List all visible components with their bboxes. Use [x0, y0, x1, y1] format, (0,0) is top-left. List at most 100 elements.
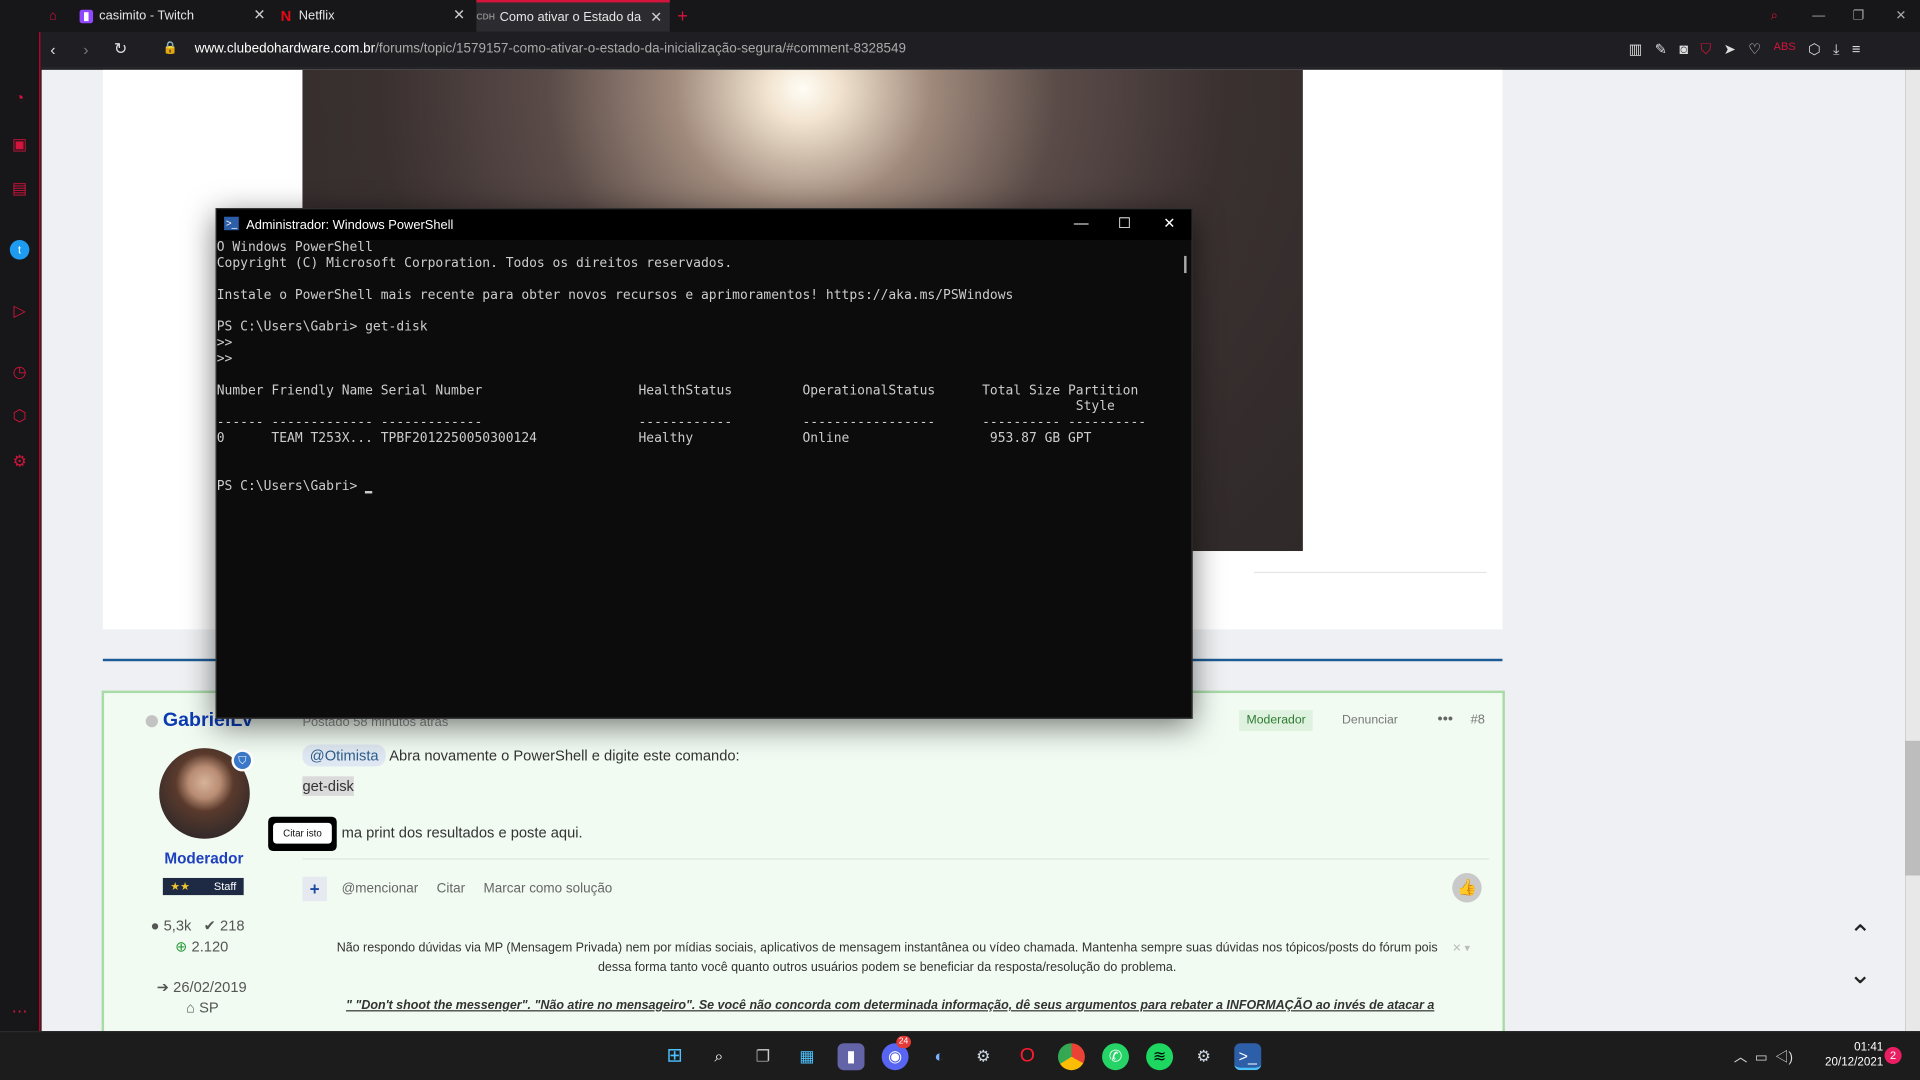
close-icon[interactable]: ✕ — [251, 6, 268, 23]
scroll-down-icon[interactable]: ⌃ — [1849, 956, 1872, 989]
reload-icon[interactable]: ↻ — [114, 39, 127, 59]
back-icon[interactable]: ‹ — [50, 40, 55, 58]
tab-netflix[interactable]: N Netflix ✕ — [279, 0, 472, 32]
mark-solution-button[interactable]: Marcar como solução — [484, 882, 613, 897]
minimize-icon[interactable]: — — [1812, 0, 1825, 32]
task-view-icon[interactable]: ❐ — [749, 1043, 776, 1070]
extension-cube-icon[interactable]: ⬡ — [1808, 40, 1821, 58]
lock-icon[interactable]: 🔒 — [163, 42, 178, 55]
scroll-up-icon[interactable]: ⌃ — [1849, 920, 1872, 952]
report-button[interactable]: Denunciar — [1335, 710, 1406, 731]
chevron-up-icon[interactable]: ︿ — [1734, 1051, 1747, 1066]
powershell-taskbar-icon[interactable]: >_ — [1234, 1043, 1262, 1071]
new-tab-button[interactable]: + — [677, 0, 688, 32]
steam-icon[interactable]: ⚙ — [970, 1043, 997, 1070]
history-icon[interactable]: ◷ — [10, 362, 30, 382]
workspaces-icon[interactable]: ⌂ — [49, 0, 73, 32]
twitch-icon[interactable]: ▤ — [10, 179, 30, 199]
extensions-icon[interactable]: ⬡ — [10, 407, 30, 427]
close-window-icon[interactable]: ✕ — [1896, 0, 1907, 32]
location: ⌂ SP — [186, 999, 219, 1016]
clock-time: 01:41 — [1854, 1040, 1884, 1055]
mention-button[interactable]: @mencionar — [342, 882, 419, 897]
minimize-icon[interactable]: — — [1074, 214, 1089, 231]
multiquote-add-button[interactable]: + — [302, 876, 327, 902]
reputation-value: 2.120 — [191, 937, 229, 956]
console-output[interactable]: O Windows PowerShell Copyright (C) Micro… — [217, 240, 1179, 705]
solutions-icon: ✔ — [203, 917, 216, 935]
post-card: GabrielLV ⛉ Moderador ★★ Staff ● 5,3k ✔ 2… — [101, 690, 1505, 1032]
location-value: SP — [199, 999, 219, 1017]
more-icon[interactable]: ⋯ — [10, 1002, 30, 1022]
console-line: >> — [216, 351, 233, 367]
tab-label: casimito - Twitch — [99, 8, 194, 24]
comments-icon: ● — [150, 917, 160, 935]
post-number[interactable]: #8 — [1471, 713, 1485, 728]
quote-button[interactable]: Citar — [437, 882, 465, 897]
tab-twitch[interactable]: ▮ casimito - Twitch ✕ — [79, 0, 273, 32]
speed-dial-icon[interactable]: ◔ — [10, 88, 30, 108]
like-icon[interactable]: 👍 — [1452, 873, 1482, 903]
close-icon[interactable]: ✕ — [648, 9, 665, 26]
cursor — [365, 491, 373, 494]
post-count[interactable]: 5,3k — [164, 917, 192, 934]
download-icon[interactable]: ⤓ — [1833, 40, 1840, 58]
adblock-icon[interactable]: ABS — [1774, 40, 1796, 58]
console-scrollbar-thumb[interactable] — [1184, 255, 1187, 274]
search-icon[interactable]: ⌕ — [705, 1043, 732, 1070]
console-line: Instale o PowerShell mais recente para o… — [216, 287, 1014, 303]
powershell-window[interactable]: >_ Administrador: Windows PowerShell — ☐… — [215, 208, 1193, 719]
send-icon[interactable]: ➤ — [1724, 40, 1736, 58]
home-icon: ⌂ — [186, 999, 196, 1017]
powershell-titlebar[interactable]: >_ Administrador: Windows PowerShell — ☐… — [216, 209, 1192, 241]
spotify-icon[interactable]: ≋ — [1146, 1043, 1174, 1071]
twitter-icon[interactable]: t — [9, 240, 30, 260]
forward-icon[interactable]: › — [83, 40, 88, 58]
app-icon[interactable]: ◐ — [926, 1043, 953, 1070]
heart-icon[interactable]: ♡ — [1748, 40, 1761, 58]
vpn-icon[interactable]: ⛉ — [1700, 40, 1711, 58]
maximize-icon[interactable]: ❐ — [1853, 0, 1865, 32]
player-icon[interactable]: ▷ — [10, 301, 30, 321]
post-text-1: Abra novamente o PowerShell e digite est… — [389, 746, 740, 765]
disk-table-separator: ------ ------------- ------------- -----… — [216, 415, 1147, 430]
close-icon[interactable]: ✕ — [1163, 214, 1175, 231]
reader-icon[interactable]: ▥ — [1629, 40, 1643, 58]
widgets-icon[interactable]: ▦ — [793, 1043, 820, 1070]
url-field[interactable]: www.clubedohardware.com.br/forums/topic/… — [195, 42, 906, 57]
mention-link[interactable]: @Otimista — [302, 744, 386, 767]
sign-in-icon: ➔ — [156, 978, 170, 996]
notification-badge[interactable]: 2 — [1884, 1046, 1902, 1065]
close-icon[interactable]: ✕ — [451, 6, 468, 23]
console-line: >> — [216, 335, 233, 351]
steam-icon[interactable]: ⚙ — [1190, 1043, 1217, 1070]
maximize-icon[interactable]: ☐ — [1118, 214, 1131, 231]
network-icon[interactable]: ▭ — [1755, 1051, 1768, 1066]
toolbar-icons: ▥ ✎ ◙ ⛉ ➤ ♡ ABS ⬡ ⤓ ≡ — [1629, 40, 1861, 58]
whatsapp-icon[interactable]: ✆ — [1102, 1043, 1129, 1071]
solution-count[interactable]: 218 — [220, 917, 245, 934]
discord-icon[interactable]: ◉ 24 — [881, 1035, 911, 1071]
clock[interactable]: 01:41 20/12/2021 — [1810, 1041, 1883, 1070]
post-options-icon[interactable]: ••• — [1438, 710, 1453, 727]
windows-start-icon[interactable]: ⊞ — [661, 1043, 688, 1070]
tab-clube-hardware[interactable]: CDH Como ativar o Estado da in ✕ — [476, 0, 670, 32]
tooltip: Citar isto — [268, 816, 337, 852]
signature-line-3: " "Don't shoot the messenger". "Não atir… — [346, 999, 1435, 1013]
signature-line-1: Não respondo dúvidas via MP (Mensagem Pr… — [336, 941, 1438, 956]
shopping-bag-icon[interactable]: ▣ — [10, 135, 30, 155]
camera-icon[interactable]: ◙ — [1679, 40, 1688, 58]
volume-icon[interactable]: ◁) — [1775, 1051, 1793, 1066]
settings-icon[interactable]: ⚙ — [10, 452, 30, 472]
opera-icon[interactable]: O — [1014, 1043, 1041, 1070]
signature-close-icon[interactable]: ✕ ▾ — [1452, 942, 1470, 955]
scrollbar-thumb[interactable] — [1905, 740, 1920, 876]
chrome-icon[interactable] — [1057, 1043, 1085, 1071]
menu-icon[interactable]: ≡ — [1852, 40, 1861, 58]
scrollbar[interactable] — [1905, 69, 1920, 1032]
divider — [302, 858, 1489, 860]
teams-chat-icon[interactable]: ▮ — [837, 1043, 865, 1071]
search-tabs-icon[interactable]: ⌕ — [1771, 0, 1778, 32]
edit-icon[interactable]: ✎ — [1655, 40, 1667, 58]
url-path: /forums/topic/1579157-como-ativar-o-esta… — [375, 41, 906, 57]
